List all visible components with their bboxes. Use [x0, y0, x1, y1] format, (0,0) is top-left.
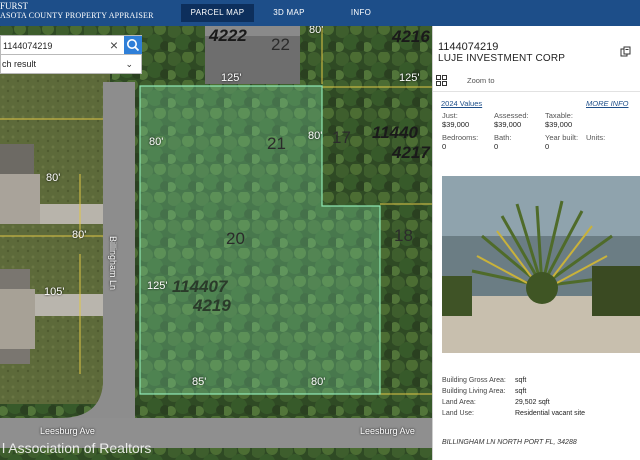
map-canvas[interactable] — [0, 24, 432, 460]
street-label: Leesburg Ave — [40, 426, 95, 436]
value-bedrooms: Bedrooms: 0 — [442, 133, 479, 151]
tab-info[interactable]: INFO — [326, 4, 396, 22]
search-icon — [127, 39, 140, 52]
search-result-label: ch result — [2, 59, 37, 69]
search-result-dropdown[interactable]: ch result ⌄ — [0, 55, 142, 74]
brand-line1: FURST — [0, 1, 29, 11]
lot-label: 4217 — [392, 143, 430, 162]
lot-label: 17 — [332, 128, 351, 147]
dimension-label: 80' — [46, 172, 61, 184]
lot-label: 22 — [271, 35, 290, 54]
owner-name: LUJE INVESTMENT CORP — [438, 53, 566, 64]
top-navigation-bar: FURST ASOTA COUNTY PROPERTY APPRAISER PA… — [0, 0, 640, 26]
brand-logo: FURST ASOTA COUNTY PROPERTY APPRAISER — [0, 1, 154, 21]
dimension-label: 80' — [72, 229, 87, 241]
value-units: Units: — [586, 133, 606, 142]
zoom-to-link[interactable]: Zoom to — [467, 76, 495, 85]
detail-row: Land Use: Residential vacant site — [442, 410, 586, 417]
lot-label: 4222 — [209, 26, 247, 45]
search-box: × — [0, 35, 142, 55]
parcel-info-panel: 1144074219 LUJE INVESTMENT CORP Zoom to … — [432, 26, 640, 460]
dimension-label: 125' — [399, 72, 420, 84]
lot-label: 18 — [394, 226, 413, 245]
parcel-id: 1144074219 — [438, 41, 499, 53]
property-details: Building Gross Area: sqft Building Living… — [442, 375, 585, 419]
parcel-map[interactable]: 4222 22 4216 21 17 11440 4217 20 18 1144… — [0, 24, 432, 460]
property-address: BILLINGHAM LN NORTH PORT FL, 34288 — [442, 439, 577, 446]
parcel-number-line2: 4219 — [193, 296, 231, 315]
value-just: Just: $39,000 — [442, 111, 470, 129]
divider — [433, 91, 640, 92]
search-button[interactable] — [124, 36, 142, 54]
value-assessed: Assessed: $39,000 — [494, 111, 529, 129]
dimension-label: 80' — [311, 376, 326, 388]
dimension-label: 85' — [192, 376, 207, 388]
zoom-to-icon[interactable] — [436, 75, 447, 86]
clear-icon[interactable]: × — [107, 37, 121, 53]
lot-label: 21 — [267, 134, 286, 153]
chevron-down-icon: ⌄ — [125, 59, 133, 69]
brand-line2: ASOTA COUNTY PROPERTY APPRAISER — [0, 11, 154, 20]
copy-icon[interactable] — [620, 46, 632, 58]
dimension-label: 105' — [44, 286, 65, 298]
value-year-built: Year built: 0 — [545, 133, 579, 151]
street-label: Billingham Ln — [108, 236, 118, 291]
dimension-label: 80' — [308, 130, 323, 142]
tab-3d-map[interactable]: 3D MAP — [256, 4, 322, 22]
value-taxable: Taxable: $39,000 — [545, 111, 573, 129]
property-photo — [442, 176, 640, 353]
watermark: l Association of Realtors — [2, 440, 152, 456]
dimension-label: 125' — [147, 280, 168, 292]
search-input[interactable] — [3, 38, 113, 53]
detail-row: Building Living Area: sqft — [442, 388, 527, 395]
lot-label: 20 — [226, 229, 245, 248]
more-info-link[interactable]: MORE INFO — [586, 99, 629, 108]
tab-parcel-map[interactable]: PARCEL MAP — [181, 4, 254, 22]
dimension-label: 80' — [149, 136, 164, 148]
lot-label: 11440 — [372, 123, 419, 142]
detail-row: Land Area: 29,502 sqft — [442, 399, 550, 406]
value-bath: Bath: 0 — [494, 133, 512, 151]
street-label: Leesburg Ave — [360, 426, 415, 436]
values-heading[interactable]: 2024 Values — [441, 99, 482, 108]
parcel-number-line1: 114407 — [172, 277, 228, 296]
dimension-label: 125' — [221, 72, 242, 84]
detail-row: Building Gross Area: sqft — [442, 377, 527, 384]
lot-label: 4216 — [392, 27, 430, 46]
